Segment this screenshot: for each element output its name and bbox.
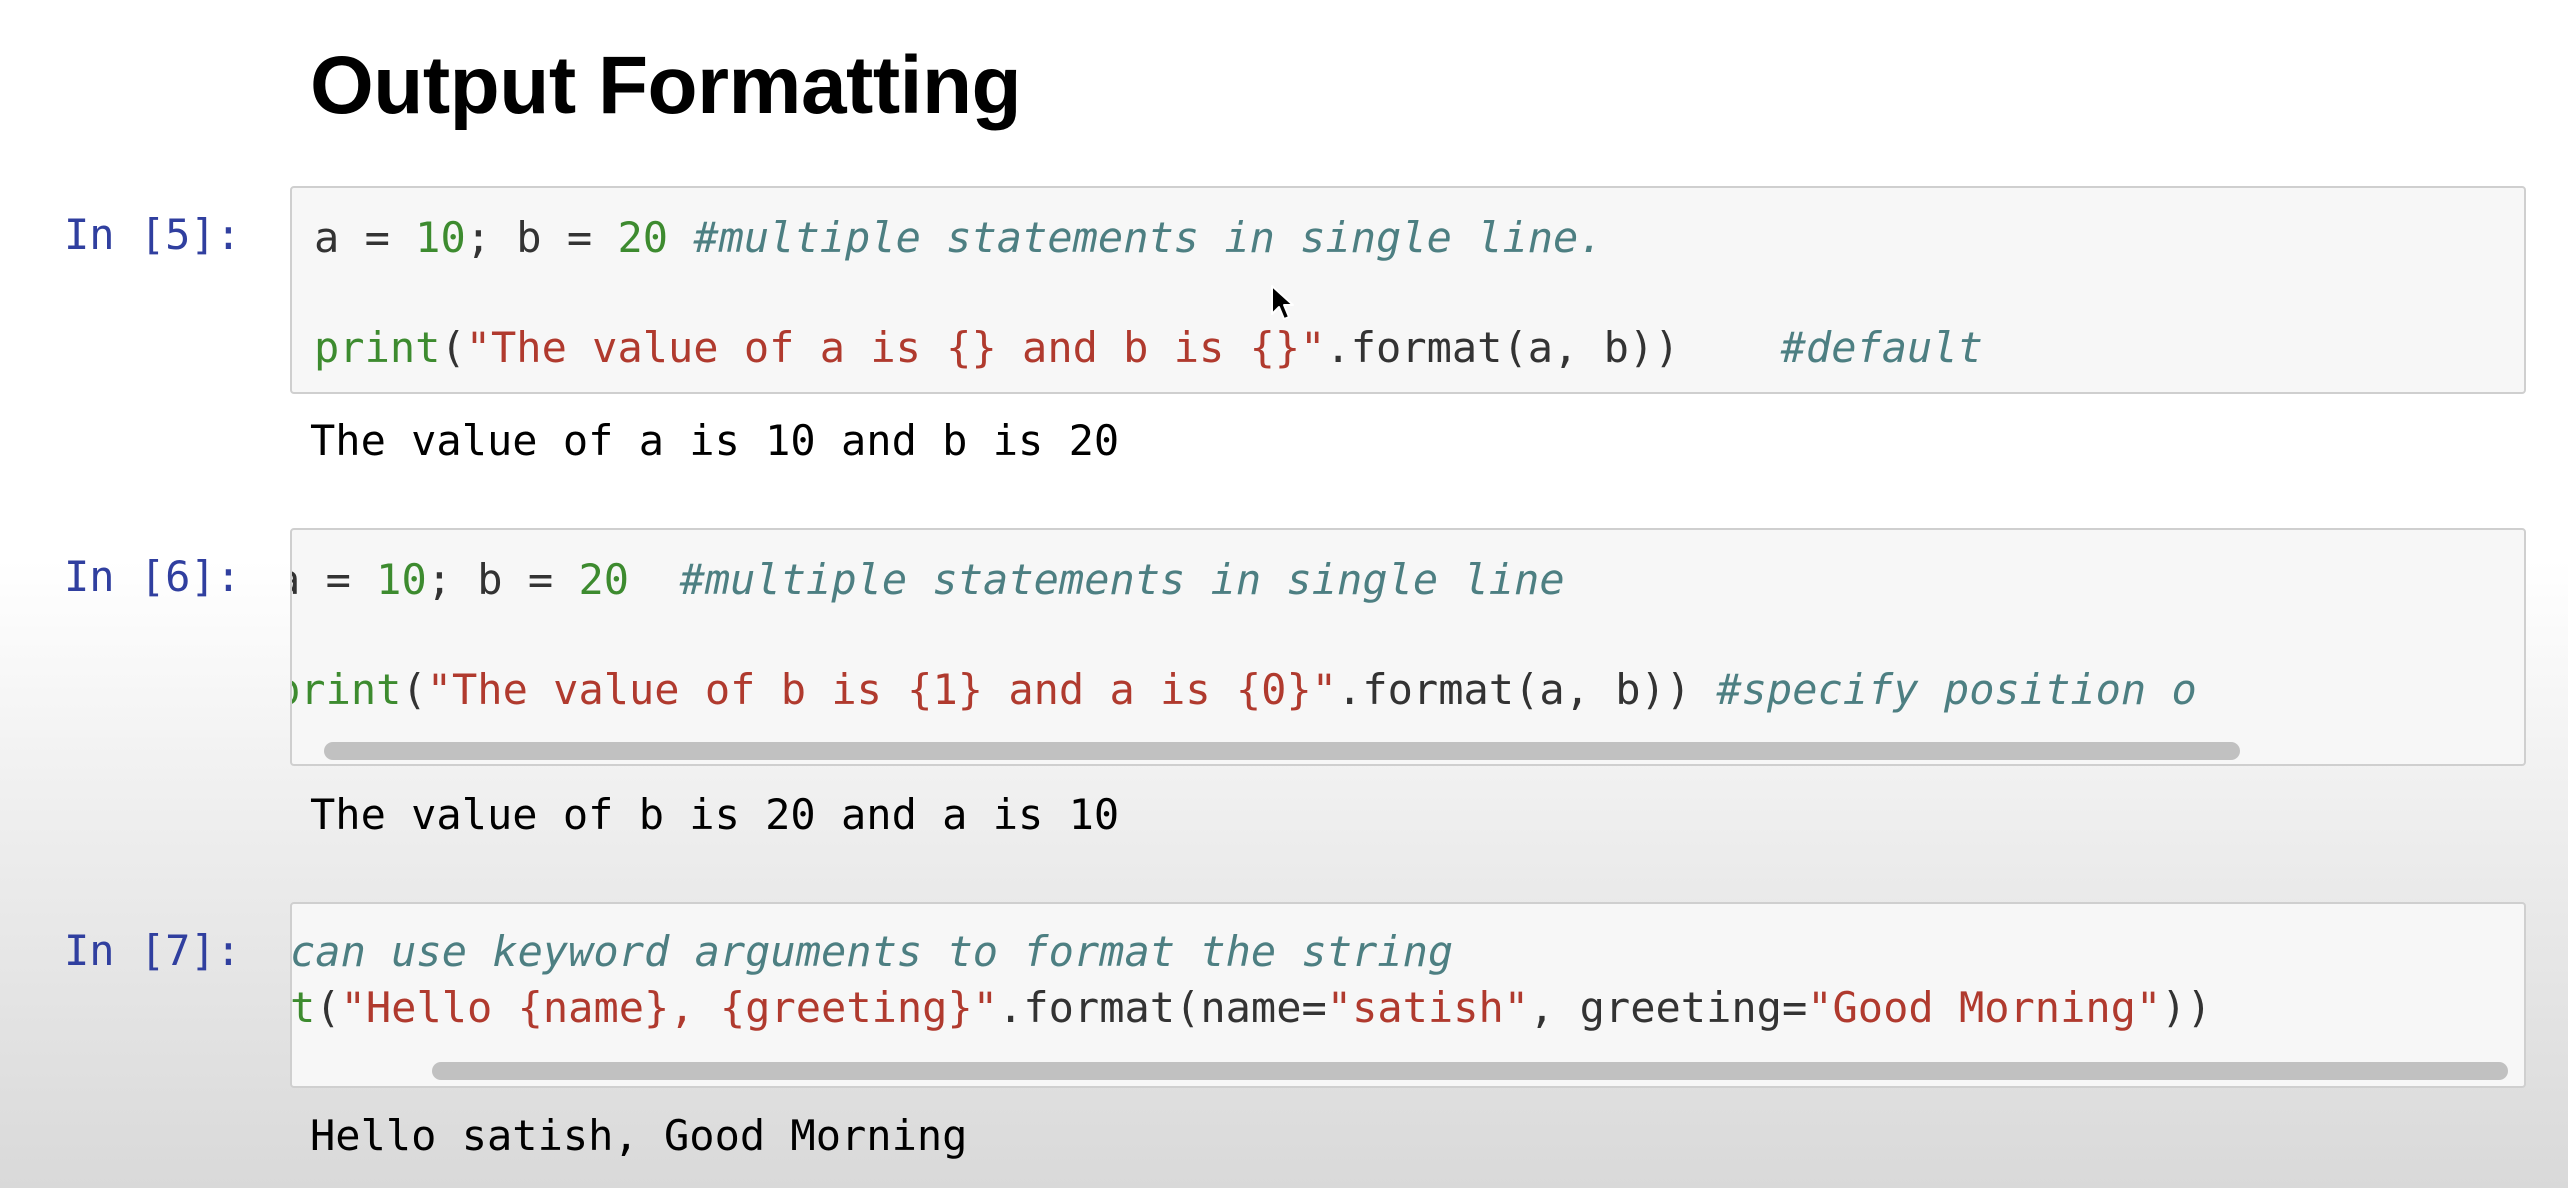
cell-output: The value of a is 10 and b is 20 xyxy=(310,416,1120,465)
code-token: )) xyxy=(2161,983,2212,1032)
code-token: print xyxy=(314,323,441,372)
code-token: .format(name= xyxy=(998,983,1327,1032)
code-cell-5[interactable]: a = 10; b = 20 #multiple statements in s… xyxy=(290,186,2526,394)
code-line[interactable]: can use keyword arguments to format the … xyxy=(290,924,1454,980)
cell-output: The value of b is 20 and a is 10 xyxy=(310,790,1120,839)
code-token: .format(a, b)) xyxy=(1325,323,1781,372)
scrollbar-thumb[interactable] xyxy=(432,1062,2508,1080)
code-token: a = xyxy=(292,555,351,604)
code-token: ; b = xyxy=(465,213,618,262)
code-token: a = xyxy=(314,213,416,262)
code-token: #multiple statements in single line xyxy=(679,555,1565,604)
code-line[interactable]: a = 10; b = 20 #multiple statements in s… xyxy=(292,552,1565,608)
code-token: ( xyxy=(315,983,341,1032)
code-token: 20 xyxy=(617,213,669,262)
code-token: "The value of b is {1} and a is {0}" xyxy=(426,665,1338,714)
code-token: 10 xyxy=(415,213,466,262)
code-token: t xyxy=(290,983,316,1032)
code-token: #multiple statements in single line. xyxy=(693,213,1604,262)
code-token: ; b = xyxy=(426,555,579,604)
cell-output: Hello satish, Good Morning xyxy=(310,1111,968,1160)
horizontal-scrollbar[interactable] xyxy=(292,1060,2524,1082)
code-line[interactable]: t("Hello {name}, {greeting}".format(name… xyxy=(290,980,2212,1036)
code-token: print xyxy=(292,665,402,714)
page-title: Output Formatting xyxy=(310,40,1022,131)
code-token: "The value of a is {} and b is {}" xyxy=(465,323,1326,372)
code-token: , greeting= xyxy=(1529,983,1808,1032)
code-token: 20 xyxy=(578,555,630,604)
code-token: can use keyword arguments to format the … xyxy=(290,927,1454,976)
code-cell-6[interactable]: a = 10; b = 20 #multiple statements in s… xyxy=(290,528,2526,766)
cell-prompt: In [5]: xyxy=(64,210,242,259)
code-token: ( xyxy=(440,323,466,372)
code-token: 10 xyxy=(376,555,427,604)
scrollbar-thumb[interactable] xyxy=(324,742,2240,760)
code-token: "Hello {name}, {greeting}" xyxy=(340,983,999,1032)
cell-prompt: In [7]: xyxy=(64,926,242,975)
code-cell-7[interactable]: can use keyword arguments to format the … xyxy=(290,902,2526,1088)
horizontal-scrollbar[interactable] xyxy=(292,740,2524,762)
mouse-pointer-icon xyxy=(1271,285,1294,320)
code-token: #specify position o xyxy=(1716,665,2197,714)
cell-prompt: In [6]: xyxy=(64,552,242,601)
code-token: ( xyxy=(401,665,427,714)
code-token: #default xyxy=(1780,323,1983,372)
code-line[interactable]: print("The value of b is {1} and a is {0… xyxy=(292,662,2197,718)
code-token: "Good Morning" xyxy=(1807,983,2162,1032)
code-token: .format(a, b)) xyxy=(1337,665,1717,714)
code-token: "satish" xyxy=(1326,983,1530,1032)
code-line[interactable]: a = 10; b = 20 #multiple statements in s… xyxy=(314,210,1604,266)
code-line[interactable]: print("The value of a is {} and b is {}"… xyxy=(314,320,1983,376)
